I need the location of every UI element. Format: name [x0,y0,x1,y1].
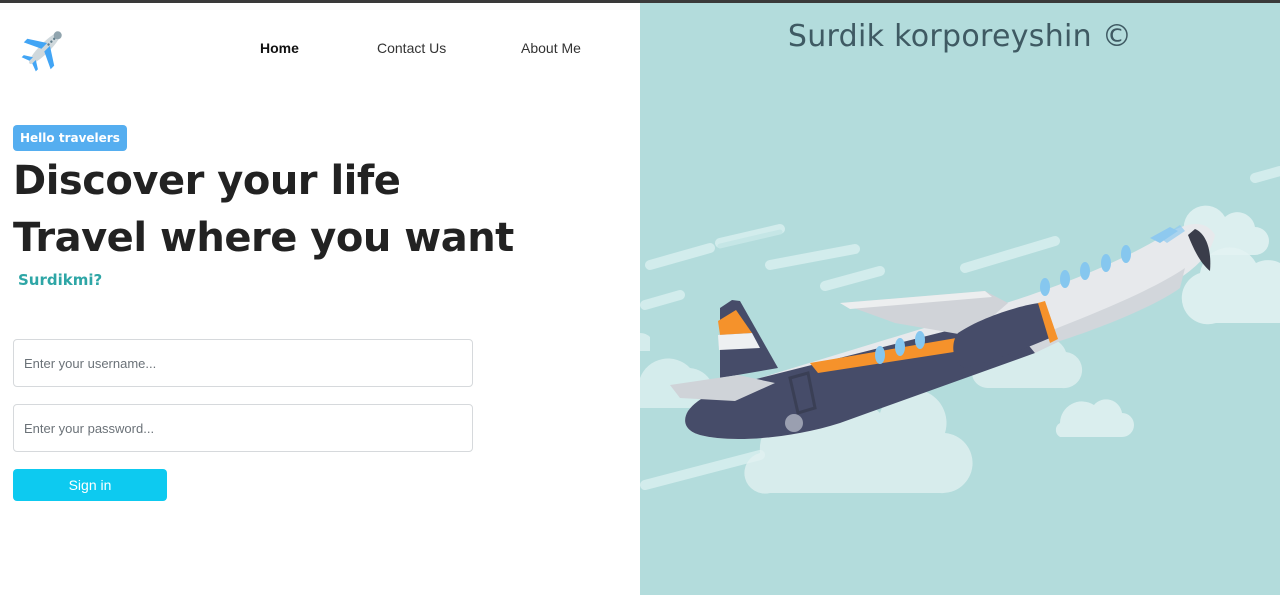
nav-home-link[interactable]: Home [260,40,299,56]
headline-line-2: Travel where you want [13,215,514,261]
nav-about-link[interactable]: About Me [521,40,581,56]
brand-title: Surdik korporeyshin © [787,19,1133,54]
headline-line-1: Discover your life [13,158,401,204]
nav-contact-link[interactable]: Contact Us [377,40,446,56]
left-panel: Home Contact Us About Me Hello travelers… [0,3,640,595]
tagline: Surdikmi? [18,271,103,289]
username-input[interactable] [13,339,473,387]
right-panel: Surdik korporeyshin © [640,3,1280,595]
airplane-illustration [640,166,1280,494]
sign-in-button[interactable]: Sign in [13,469,167,501]
greeting-badge: Hello travelers [13,125,127,151]
password-input[interactable] [13,404,473,452]
main-nav: Home Contact Us About Me [0,40,640,60]
